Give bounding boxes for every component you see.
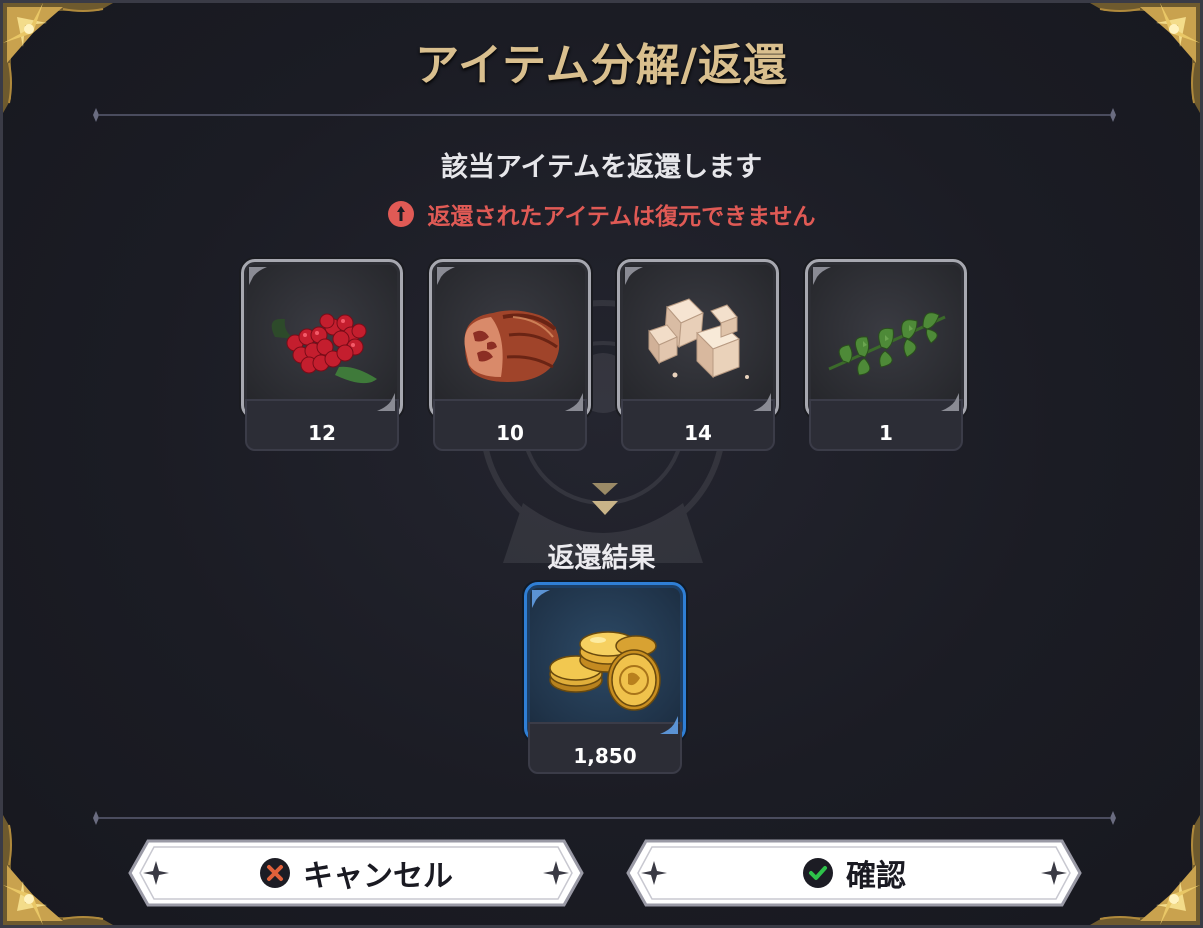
item-slot[interactable]: 14 bbox=[617, 259, 779, 455]
gold-coins-icon bbox=[549, 631, 661, 711]
item-slot[interactable]: 1 bbox=[805, 259, 967, 455]
frame-ornament-icon bbox=[249, 267, 267, 285]
confirm-button[interactable]: 確認 bbox=[626, 839, 1082, 907]
corner-ornament-icon bbox=[1090, 815, 1200, 925]
dialog-subtitle: 該当アイテムを返還します bbox=[440, 152, 763, 183]
frame-ornament-icon bbox=[625, 267, 643, 285]
dialog-title: アイテム分解/返還 bbox=[415, 40, 788, 91]
confirm-button-label: 確認 bbox=[846, 859, 906, 894]
divider bbox=[93, 811, 1116, 825]
corner-ornament-icon bbox=[3, 815, 113, 925]
raspberry-icon bbox=[271, 313, 377, 384]
cancel-button[interactable]: キャンセル bbox=[128, 839, 584, 907]
warning-text: 返還されたアイテムは復元できません bbox=[427, 204, 816, 230]
return-dialog: アイテム分解/返還 該当アイテムを返還します 返還されたアイテムは復元できません bbox=[0, 0, 1203, 928]
item-count: 12 bbox=[308, 421, 336, 445]
item-count: 14 bbox=[684, 421, 712, 445]
frame-ornament-icon bbox=[377, 393, 395, 411]
item-slot[interactable]: 10 bbox=[429, 259, 591, 455]
frame-ornament-icon bbox=[660, 716, 678, 734]
tofu-cubes-icon bbox=[648, 298, 749, 379]
warning-message: 返還されたアイテムは復元できません bbox=[3, 197, 1200, 231]
result-slot[interactable]: 1,850 bbox=[524, 582, 686, 778]
cancel-button-content: キャンセル bbox=[128, 839, 584, 907]
frame-ornament-icon bbox=[813, 267, 831, 285]
arrow-down-icon bbox=[592, 483, 618, 515]
item-count: 1 bbox=[879, 421, 893, 445]
result-label: 返還結果 bbox=[547, 543, 656, 574]
frame-ornament-icon bbox=[532, 590, 550, 608]
herb-icon bbox=[828, 312, 946, 376]
frame-ornament-icon bbox=[941, 393, 959, 411]
item-count: 10 bbox=[496, 421, 524, 445]
divider bbox=[93, 108, 1116, 122]
item-slot[interactable]: 12 bbox=[241, 259, 403, 455]
meat-icon bbox=[464, 310, 560, 382]
result-count: 1,850 bbox=[573, 744, 637, 768]
cancel-button-label: キャンセル bbox=[303, 859, 453, 894]
close-icon bbox=[260, 858, 290, 888]
confirm-button-content: 確認 bbox=[626, 839, 1082, 907]
check-icon bbox=[803, 858, 833, 888]
warning-icon bbox=[388, 201, 415, 227]
frame-ornament-icon bbox=[753, 393, 771, 411]
frame-ornament-icon bbox=[437, 267, 455, 285]
frame-ornament-icon bbox=[565, 393, 583, 411]
